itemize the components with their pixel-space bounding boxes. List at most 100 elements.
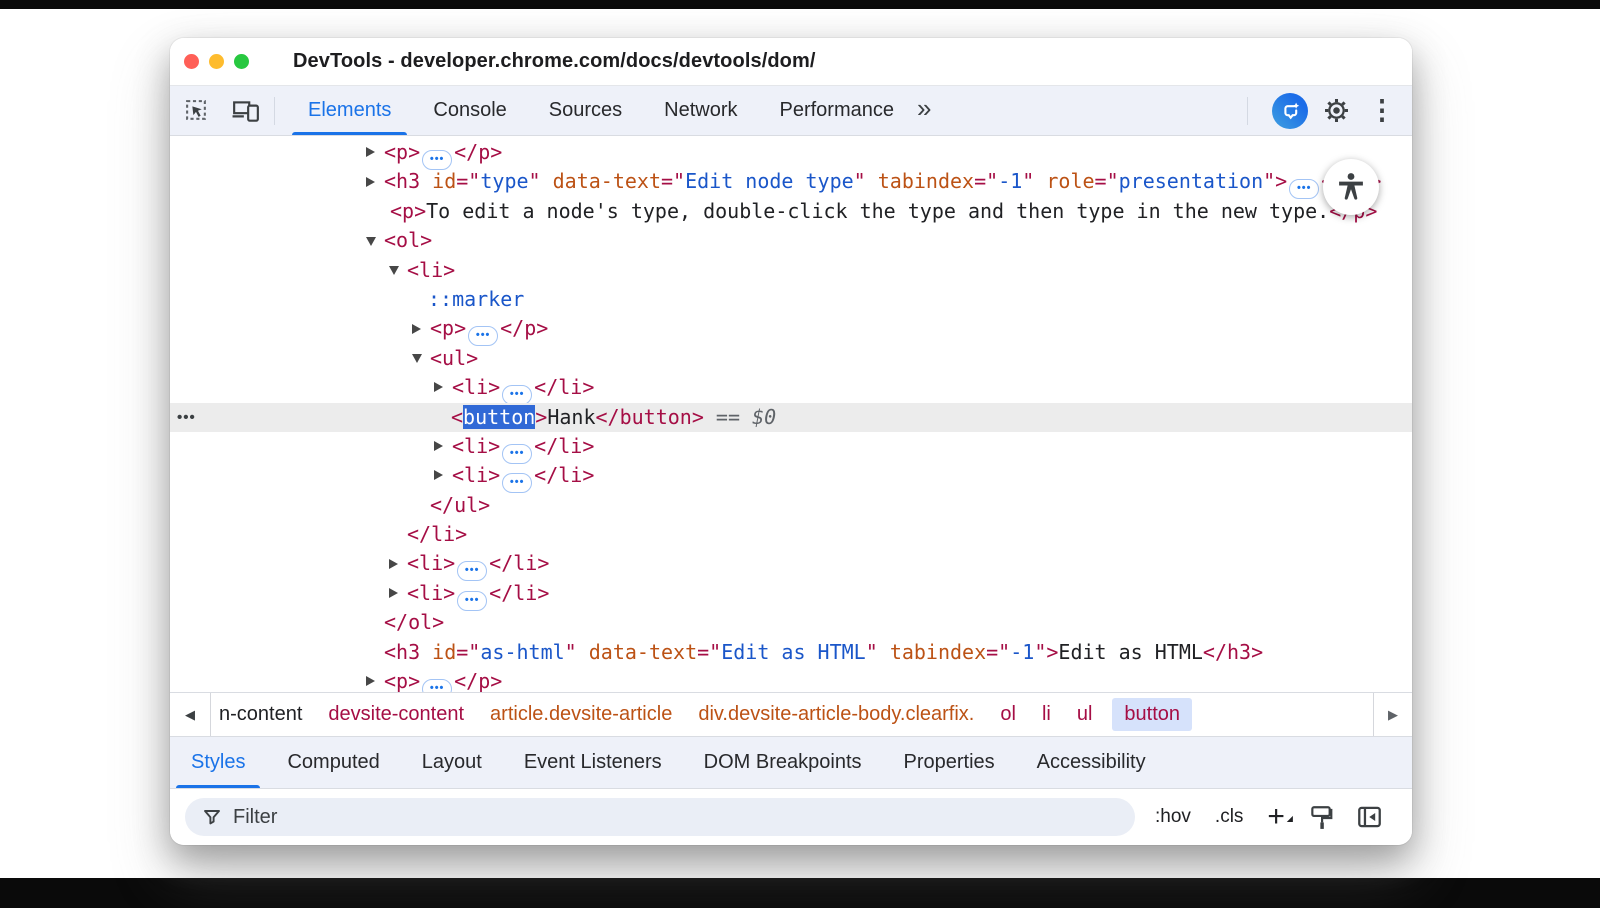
dom-token-tag: =" xyxy=(1095,169,1119,193)
ai-assistance-icon[interactable] xyxy=(1272,93,1308,129)
dom-token-tag: =" xyxy=(456,640,480,664)
toolbar-divider xyxy=(274,97,275,125)
dom-row[interactable]: <li>•••</li> xyxy=(170,579,1412,608)
dom-token-tag: </li> xyxy=(534,463,594,487)
dom-row[interactable]: <li>•••</li> xyxy=(170,432,1412,461)
breadcrumb-item-ul[interactable]: ul xyxy=(1077,703,1093,726)
dom-row[interactable]: <p>To edit a node's type, double-click t… xyxy=(170,197,1412,226)
close-button[interactable] xyxy=(184,54,199,69)
minimize-button[interactable] xyxy=(209,54,224,69)
breadcrumb-item-n-content[interactable]: n-content xyxy=(219,703,302,726)
dom-row[interactable]: <p>•••</p> xyxy=(170,138,1412,167)
dom-row[interactable]: </li> xyxy=(170,520,1412,549)
breadcrumb-item-button[interactable]: button xyxy=(1112,698,1192,731)
sidebar-tab-dom-breakpoints[interactable]: DOM Breakpoints xyxy=(683,737,883,788)
sidebar-tab-event-listeners[interactable]: Event Listeners xyxy=(503,737,683,788)
dom-token-tag: </ul> xyxy=(430,493,490,517)
dom-token-tag: <li> xyxy=(407,258,455,282)
device-toolbar-icon[interactable] xyxy=(228,93,264,129)
elements-dom-tree[interactable]: <p>•••</p><h3 id="type" data-text="Edit … xyxy=(170,136,1412,692)
expand-arrow-icon[interactable] xyxy=(389,559,398,569)
dom-token-selword: button xyxy=(463,405,535,429)
maximize-button[interactable] xyxy=(234,54,249,69)
dom-token-tag: </p> xyxy=(454,140,502,164)
dom-row[interactable]: <li>•••</li> xyxy=(170,373,1412,402)
element-classes-button[interactable]: .cls xyxy=(1215,806,1244,828)
expand-arrow-icon[interactable] xyxy=(389,588,398,598)
inspect-element-icon[interactable] xyxy=(178,93,214,129)
breadcrumb-scroll-right-button[interactable]: ▶ xyxy=(1373,693,1412,736)
dom-token-tag: </li> xyxy=(489,581,549,605)
sidebar-tab-accessibility[interactable]: Accessibility xyxy=(1016,737,1167,788)
dom-token-tag: <p> xyxy=(384,669,420,692)
devtools-window: DevTools - developer.chrome.com/docs/dev… xyxy=(170,38,1412,845)
dom-token-text: Edit as HTML xyxy=(1058,640,1203,664)
dom-row-selected[interactable]: •••<button>Hank</button> == $0 xyxy=(170,403,1412,432)
breadcrumb-item-devsite-content[interactable]: devsite-content xyxy=(328,703,464,726)
expand-arrow-icon[interactable] xyxy=(434,470,443,480)
dom-token-tag: =" xyxy=(456,169,480,193)
expand-arrow-icon[interactable] xyxy=(434,441,443,451)
dom-row[interactable]: <h3 id="type" data-text="Edit node type"… xyxy=(170,167,1412,196)
expand-arrow-icon[interactable] xyxy=(366,676,375,686)
tab-performance[interactable]: Performance xyxy=(759,86,916,135)
title-bar: DevTools - developer.chrome.com/docs/dev… xyxy=(170,38,1412,86)
dom-row[interactable]: </ol> xyxy=(170,608,1412,637)
dom-row[interactable]: <li> xyxy=(170,256,1412,285)
dom-token-text: Hank xyxy=(547,405,595,429)
styles-filter-input[interactable]: Filter xyxy=(185,798,1135,836)
bottom-letterbox-band xyxy=(0,878,1600,908)
collapse-arrow-icon[interactable] xyxy=(389,266,399,275)
node-actions-icon[interactable]: ••• xyxy=(177,403,196,432)
expand-arrow-icon[interactable] xyxy=(366,147,375,157)
dom-row[interactable]: <ul> xyxy=(170,344,1412,373)
sidebar-tab-properties[interactable]: Properties xyxy=(883,737,1016,788)
tab-network[interactable]: Network xyxy=(643,86,758,135)
dom-token-tag: " xyxy=(565,640,589,664)
breadcrumb-item-ol[interactable]: ol xyxy=(1000,703,1016,726)
customize-devtools-icon[interactable]: ⋮ xyxy=(1364,93,1400,129)
dom-token-tag: <li> xyxy=(407,581,455,605)
tab-sources[interactable]: Sources xyxy=(528,86,643,135)
breadcrumb-scroll-left-button[interactable]: ◀ xyxy=(170,693,211,736)
dom-token-tag: <ul> xyxy=(430,346,478,370)
tab-elements[interactable]: Elements xyxy=(287,86,412,135)
window-title: DevTools - developer.chrome.com/docs/dev… xyxy=(293,50,816,73)
settings-gear-icon[interactable] xyxy=(1318,93,1354,129)
dom-token-attr: tabindex xyxy=(890,640,986,664)
inline-expand-ellipsis-icon[interactable]: ••• xyxy=(422,679,452,692)
dom-token-tag: <li> xyxy=(452,375,500,399)
dom-token-tag: "> xyxy=(1263,169,1287,193)
dom-token-val: presentation xyxy=(1119,169,1264,193)
sidebar-tab-layout[interactable]: Layout xyxy=(401,737,503,788)
dom-row[interactable]: ::marker xyxy=(170,285,1412,314)
dom-row[interactable]: </ul> xyxy=(170,491,1412,520)
sidebar-tab-computed[interactable]: Computed xyxy=(266,737,400,788)
new-style-rule-button[interactable]: +◢ xyxy=(1267,807,1285,827)
more-tabs-icon[interactable]: » xyxy=(915,93,941,128)
breadcrumb-item-div-devsite-article-body-clearfix-[interactable]: div.devsite-article-body.clearfix. xyxy=(698,703,974,726)
dom-row[interactable]: <h3 id="as-html" data-text="Edit as HTML… xyxy=(170,638,1412,667)
dom-token-val: Edit as HTML xyxy=(721,640,866,664)
rendering-brush-icon[interactable] xyxy=(1309,804,1333,830)
breadcrumb-item-li[interactable]: li xyxy=(1042,703,1051,726)
sidebar-tab-styles[interactable]: Styles xyxy=(170,737,266,788)
dom-row[interactable]: <ol> xyxy=(170,226,1412,255)
tab-console[interactable]: Console xyxy=(412,86,527,135)
dom-row[interactable]: <p>•••</p> xyxy=(170,667,1412,692)
expand-arrow-icon[interactable] xyxy=(366,177,375,187)
dom-token-val: as-html xyxy=(480,640,564,664)
dom-row[interactable]: <li>•••</li> xyxy=(170,549,1412,578)
dom-row[interactable]: <li>•••</li> xyxy=(170,461,1412,490)
dom-token-tag: </p> xyxy=(500,316,548,340)
collapse-arrow-icon[interactable] xyxy=(412,354,422,363)
expand-arrow-icon[interactable] xyxy=(434,382,443,392)
toggle-sidebar-panel-icon[interactable] xyxy=(1357,805,1382,829)
toggle-element-state-button[interactable]: :hov xyxy=(1155,806,1191,828)
expand-arrow-icon[interactable] xyxy=(412,324,421,334)
breadcrumb-item-article-devsite-article[interactable]: article.devsite-article xyxy=(490,703,672,726)
devtools-toolbar: ElementsConsoleSourcesNetworkPerformance… xyxy=(170,86,1412,136)
collapse-arrow-icon[interactable] xyxy=(366,237,376,246)
traffic-lights xyxy=(184,54,249,69)
dom-row[interactable]: <p>•••</p> xyxy=(170,314,1412,343)
